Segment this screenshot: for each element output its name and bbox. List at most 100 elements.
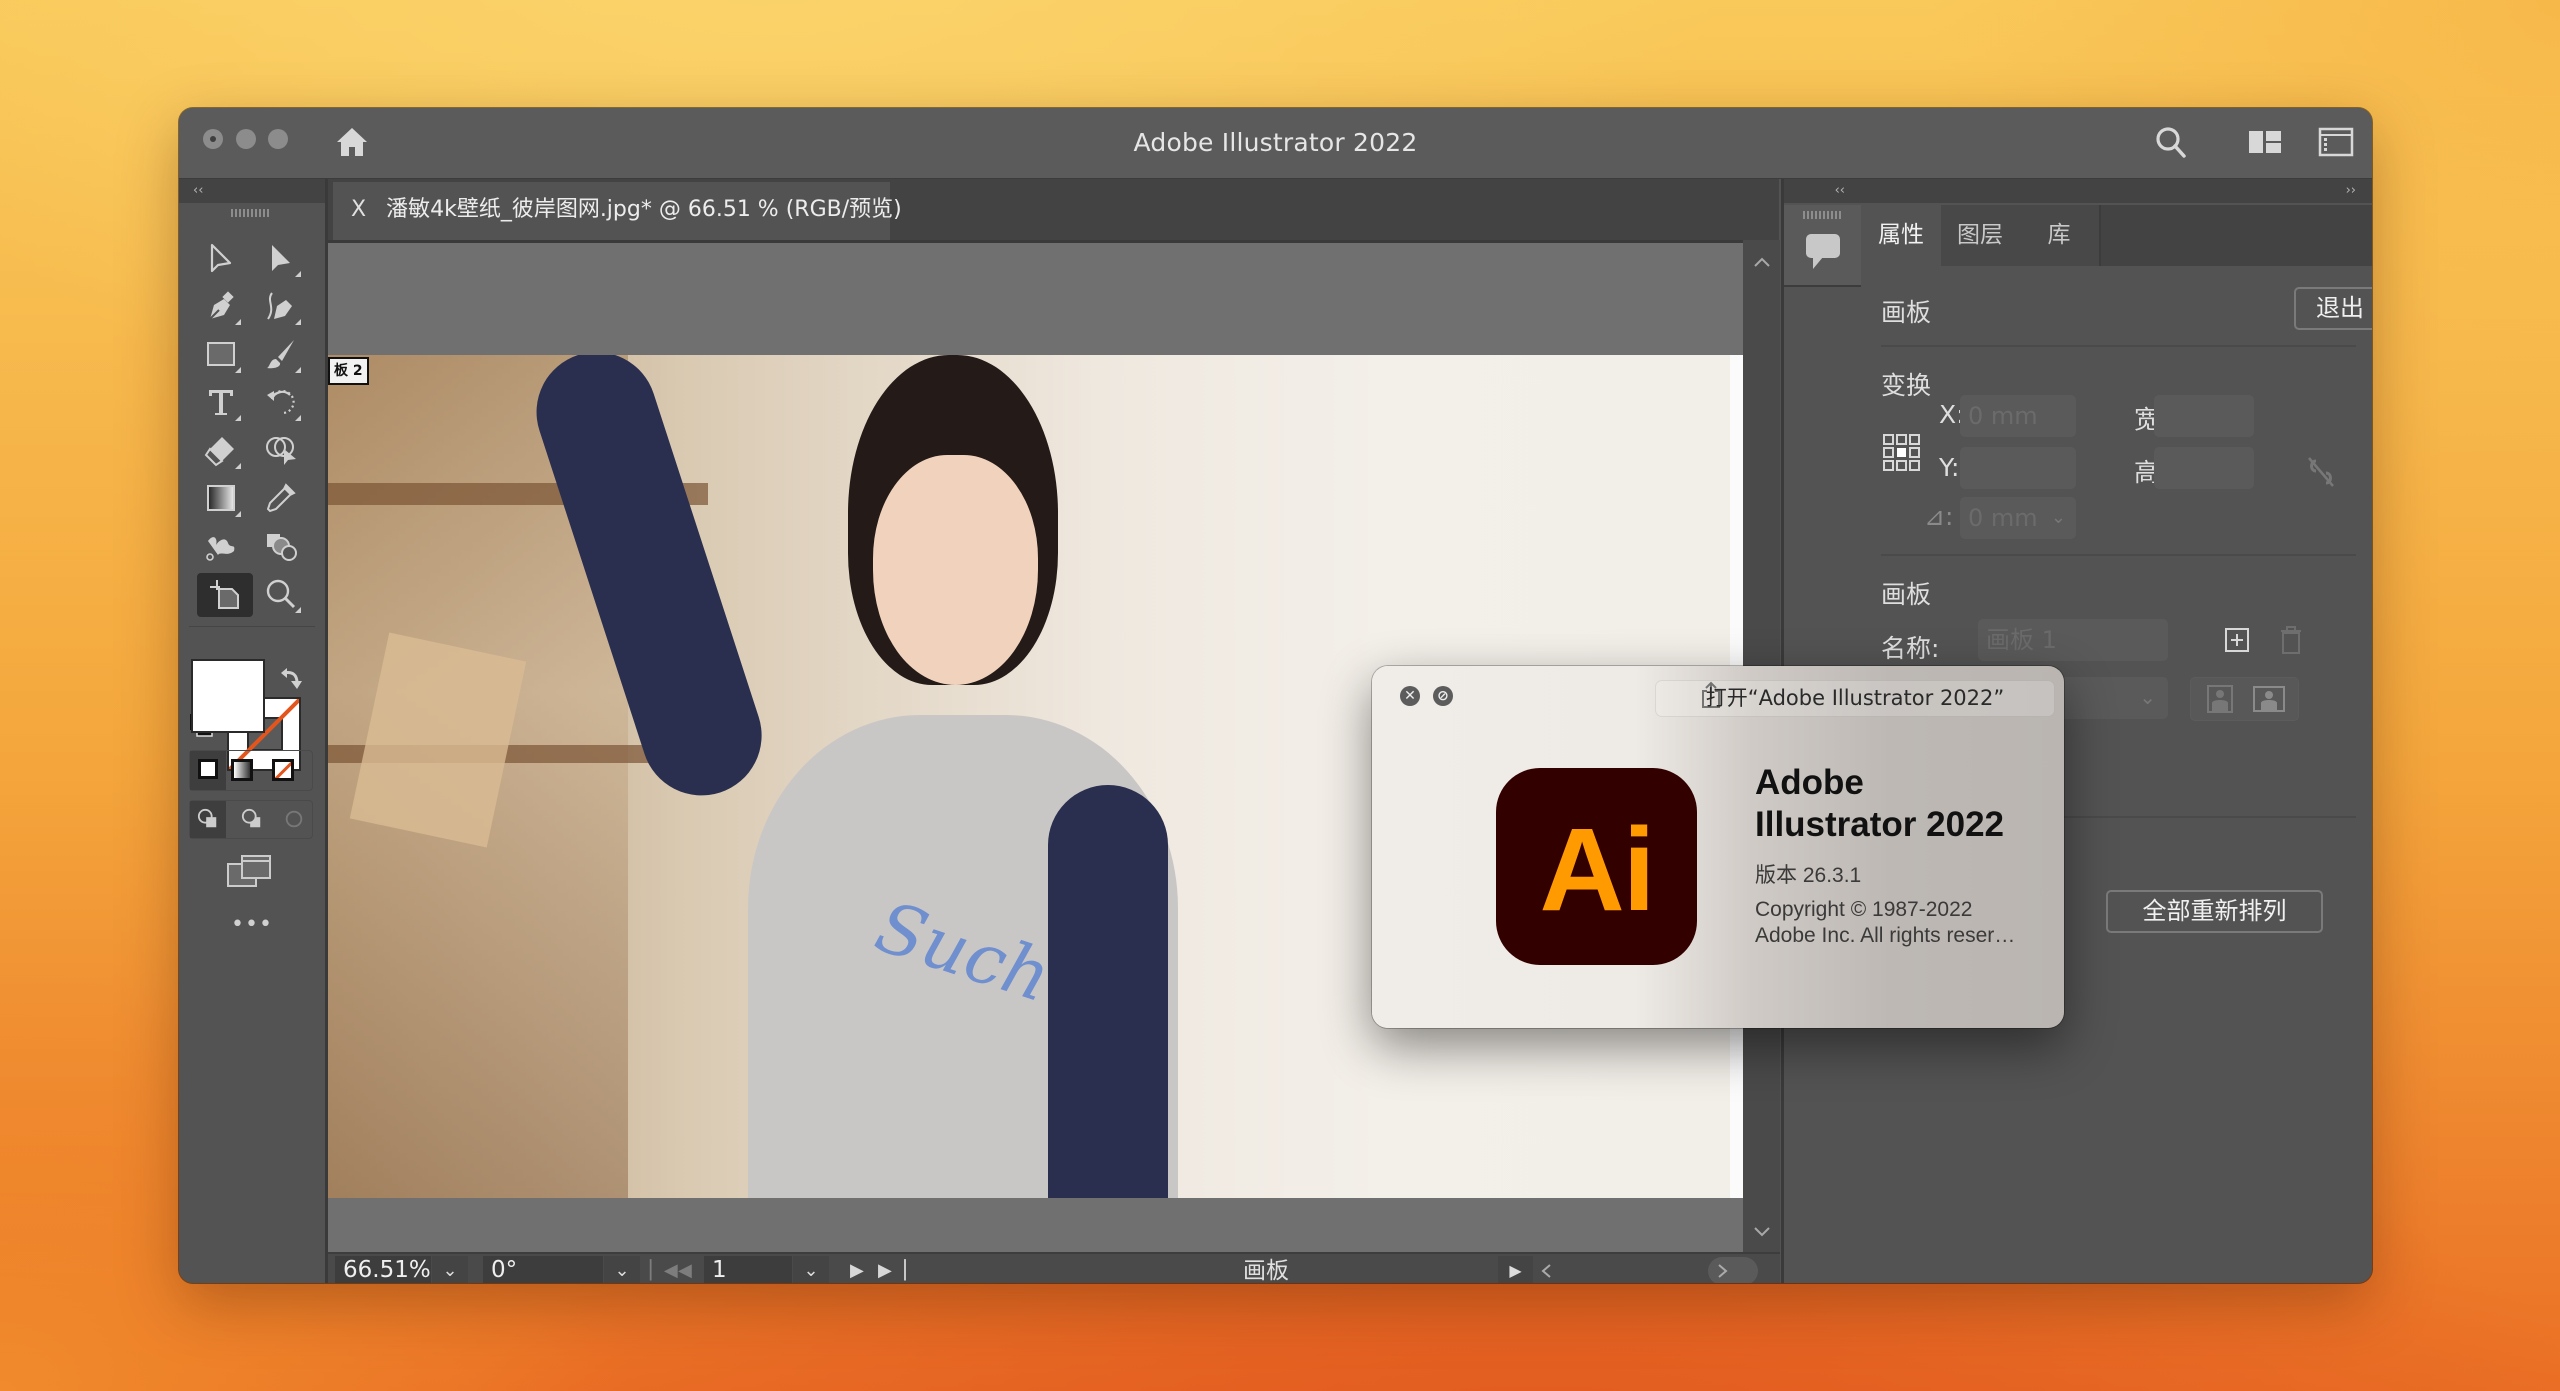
artboard-section-title: 画板 bbox=[1881, 580, 1932, 609]
type-icon bbox=[209, 390, 233, 415]
transform-section-title: 变换 bbox=[1881, 371, 1932, 400]
color-mode-button[interactable] bbox=[190, 751, 226, 790]
draw-normal-button[interactable] bbox=[190, 801, 226, 838]
about-dialog: ✕ ⊘ 打开“Adobe Illustrator 2022” Ai Adobe … bbox=[1372, 666, 2064, 1028]
status-bar: 66.51% ⌄ 0° ⌄ ▏◀ ◀ 1 ⌄ ▶ ▶▕ 画板 ▶ bbox=[328, 1252, 1780, 1283]
last-artboard-button[interactable]: ▶▕ bbox=[878, 1258, 906, 1283]
gradient-tool[interactable] bbox=[199, 477, 243, 519]
width-field[interactable] bbox=[2154, 395, 2254, 437]
blend-icon bbox=[267, 534, 297, 561]
workspace-switcher-icon[interactable] bbox=[2247, 124, 2283, 160]
portrait-orientation-icon[interactable] bbox=[2207, 685, 2233, 713]
type-tool[interactable] bbox=[199, 381, 243, 423]
eraser-tool[interactable] bbox=[199, 429, 243, 471]
zoom-dropdown-button[interactable]: ⌄ bbox=[432, 1256, 468, 1283]
collapse-dock-button[interactable]: ‹‹ bbox=[1784, 179, 1861, 203]
collapse-toolbar-button[interactable]: ‹‹ bbox=[179, 179, 325, 203]
height-field[interactable] bbox=[2154, 447, 2254, 489]
paintbrush-icon bbox=[267, 340, 294, 369]
status-info-label: 画板 bbox=[1243, 1258, 1289, 1283]
delete-artboard-icon[interactable] bbox=[2280, 626, 2302, 654]
close-tab-button[interactable]: X bbox=[351, 197, 366, 222]
constrain-proportions-icon[interactable] bbox=[2306, 455, 2336, 489]
x-field[interactable]: 0 mm bbox=[1960, 395, 2076, 437]
none-mode-button[interactable] bbox=[272, 759, 294, 781]
previous-artboard-button[interactable]: ◀ bbox=[678, 1258, 692, 1283]
selection-arrow-icon bbox=[210, 243, 232, 273]
landscape-orientation-icon[interactable] bbox=[2253, 686, 2285, 712]
search-icon[interactable] bbox=[2153, 124, 2189, 160]
orientation-group bbox=[2190, 677, 2299, 721]
horizontal-scroll-thumb[interactable] bbox=[1708, 1257, 1758, 1283]
reference-point-icon[interactable] bbox=[1883, 434, 1921, 472]
artboard-name-label: 板 2 bbox=[328, 357, 369, 385]
window-title: Adobe Illustrator 2022 bbox=[1133, 128, 1418, 157]
dialog-minimize-button[interactable]: ⊘ bbox=[1433, 686, 1453, 706]
y-field[interactable] bbox=[1960, 447, 2076, 489]
document-tab[interactable]: X 潘敏4k壁纸_彼岸图网.jpg* @ 66.51 % (RGB/预览) bbox=[333, 182, 902, 240]
artboard-number-field[interactable]: 1 bbox=[704, 1256, 792, 1283]
rotation-dropdown-button[interactable]: ⌄ bbox=[604, 1256, 640, 1283]
shape-builder-icon bbox=[266, 437, 296, 465]
swap-fill-stroke-icon[interactable] bbox=[279, 667, 303, 691]
scroll-left-arrow-icon[interactable] bbox=[1540, 1263, 1552, 1279]
expand-dock-button[interactable]: ›› bbox=[1861, 179, 2372, 203]
add-artboard-icon[interactable] bbox=[2224, 627, 2250, 653]
pen-icon bbox=[209, 291, 234, 320]
draw-behind-button[interactable] bbox=[234, 801, 270, 838]
draw-inside-button[interactable] bbox=[276, 801, 312, 838]
first-artboard-button[interactable]: ▏◀ bbox=[650, 1258, 678, 1283]
rotation-field[interactable]: 0° bbox=[483, 1256, 603, 1283]
zoom-level-field[interactable]: 66.51% bbox=[335, 1256, 431, 1283]
status-menu-button[interactable]: ▶ bbox=[1498, 1256, 1533, 1283]
copyright-line-2: Adobe Inc. All rights reser… bbox=[1755, 924, 2016, 947]
puppet-warp-icon bbox=[206, 537, 235, 561]
tab-layers[interactable]: 图层 bbox=[1941, 205, 2021, 266]
edit-toolbar-button[interactable]: ••• bbox=[179, 912, 325, 937]
y-label: Y: bbox=[1939, 453, 1960, 482]
next-artboard-button[interactable]: ▶ bbox=[850, 1258, 864, 1283]
artboard-number-dropdown[interactable]: ⌄ bbox=[793, 1256, 829, 1283]
document-tab-bar: X 潘敏4k壁纸_彼岸图网.jpg* @ 66.51 % (RGB/预览) bbox=[328, 179, 1779, 240]
panel-layout-icon[interactable] bbox=[2318, 124, 2354, 160]
illustrator-app-icon: Ai bbox=[1496, 768, 1697, 965]
gradient-mode-button[interactable] bbox=[231, 759, 253, 781]
artboard-icon bbox=[210, 580, 239, 609]
toolbar-grip[interactable] bbox=[231, 209, 271, 217]
copyright-line-1: Copyright © 1987-2022 bbox=[1755, 898, 1973, 921]
artboard-name-field[interactable]: 画板 1 bbox=[1978, 619, 2168, 661]
tab-properties[interactable]: 属性 bbox=[1861, 205, 1943, 266]
screen-mode-icon[interactable] bbox=[226, 854, 274, 890]
exit-button[interactable]: 退出 bbox=[2294, 287, 2372, 330]
rotate-tool[interactable] bbox=[259, 381, 303, 423]
rectangle-tool[interactable] bbox=[199, 333, 243, 375]
scroll-right-arrow-icon[interactable] bbox=[1717, 1263, 1729, 1279]
artboard-header: 画板 bbox=[1881, 298, 1932, 327]
comment-icon bbox=[1806, 234, 1840, 269]
curvature-tool[interactable] bbox=[259, 285, 303, 327]
scroll-up-arrow-icon[interactable] bbox=[1753, 256, 1771, 268]
fill-color-swatch[interactable] bbox=[191, 659, 265, 733]
shape-builder-tool[interactable] bbox=[259, 429, 303, 471]
open-app-button[interactable]: 打开“Adobe Illustrator 2022” bbox=[1655, 680, 2055, 717]
rotate-icon bbox=[267, 389, 295, 415]
comments-panel-button[interactable] bbox=[1784, 205, 1861, 287]
tab-libraries[interactable]: 库 bbox=[2019, 205, 2101, 266]
rectangle-icon bbox=[207, 342, 235, 366]
rearrange-all-button[interactable]: 全部重新排列 bbox=[2106, 890, 2323, 933]
color-mode-group bbox=[189, 750, 313, 791]
dialog-close-button[interactable]: ✕ bbox=[1400, 686, 1420, 706]
pen-tool[interactable] bbox=[199, 285, 243, 327]
curvature-pen-icon bbox=[267, 292, 292, 320]
puppet-warp-tool[interactable] bbox=[199, 525, 243, 567]
angle-field[interactable]: 0 mm ⌄ bbox=[1960, 497, 2076, 539]
horizontal-scrollbar[interactable] bbox=[1534, 1256, 1780, 1283]
paintbrush-tool[interactable] bbox=[259, 333, 303, 375]
scroll-down-arrow-icon[interactable] bbox=[1753, 1226, 1771, 1238]
blend-tool[interactable] bbox=[259, 525, 303, 567]
direct-selection-tool[interactable] bbox=[259, 237, 303, 279]
selection-tool[interactable] bbox=[199, 237, 243, 279]
eyedropper-tool[interactable] bbox=[259, 477, 303, 519]
artboard-tool[interactable] bbox=[197, 573, 253, 617]
zoom-tool[interactable] bbox=[259, 573, 303, 615]
